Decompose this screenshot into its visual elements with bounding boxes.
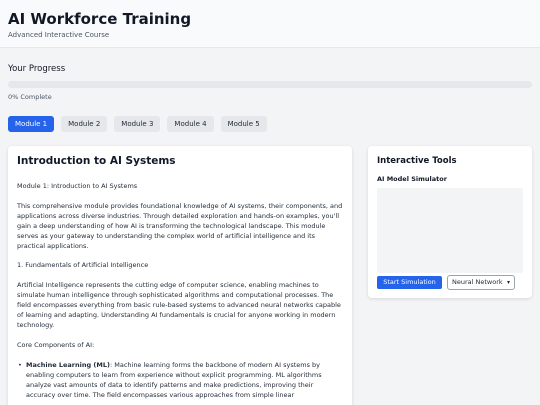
module-heading: Module 1: Introduction to AI Systems [17, 182, 138, 190]
component-term: Machine Learning (ML) [26, 360, 110, 369]
section-text: Artificial Intelligence represents the c… [17, 281, 341, 329]
tab-module-5[interactable]: Module 5 [220, 116, 267, 132]
progress-bar [8, 81, 532, 88]
tab-module-3[interactable]: Module 3 [114, 116, 161, 132]
tab-module-2[interactable]: Module 2 [61, 116, 108, 132]
simulator-title: AI Model Simulator [377, 175, 447, 183]
module-tabs: Module 1 Module 2 Module 3 Module 4 Modu… [8, 116, 267, 132]
app-header: AI Workforce Training Advanced Interacti… [0, 0, 540, 48]
tab-module-4[interactable]: Module 4 [167, 116, 214, 132]
simulator-canvas[interactable] [377, 188, 523, 273]
tools-title: Interactive Tools [377, 156, 457, 166]
model-select-value: Neural Network [452, 278, 503, 286]
components-heading: Core Components of AI: [17, 340, 95, 349]
section-heading: 1. Fundamentals of Artificial Intelligen… [17, 261, 149, 270]
progress-label: Your Progress [8, 64, 66, 74]
interactive-tools-card: Interactive Tools AI Model Simulator Sta… [368, 146, 532, 298]
chevron-down-icon: ▾ [506, 279, 510, 286]
app-title: AI Workforce Training [8, 10, 192, 28]
module-content-card: Introduction to AI Systems Module 1: Int… [8, 146, 352, 405]
progress-text: 0% Complete [8, 93, 52, 101]
module-intro: This comprehensive module provides found… [17, 201, 343, 250]
module-title: Introduction to AI Systems [17, 155, 176, 167]
list-item: Machine Learning (ML): Machine learning … [17, 361, 343, 401]
tab-module-1[interactable]: Module 1 [8, 116, 55, 132]
components-list: Machine Learning (ML): Machine learning … [17, 361, 343, 401]
model-select[interactable]: Neural Network ▾ [447, 275, 515, 290]
module-body: Module 1: Introduction to AI Systems Thi… [17, 182, 343, 400]
start-simulation-button[interactable]: Start Simulation [377, 276, 442, 289]
app-subtitle: Advanced Interactive Course [8, 31, 110, 39]
